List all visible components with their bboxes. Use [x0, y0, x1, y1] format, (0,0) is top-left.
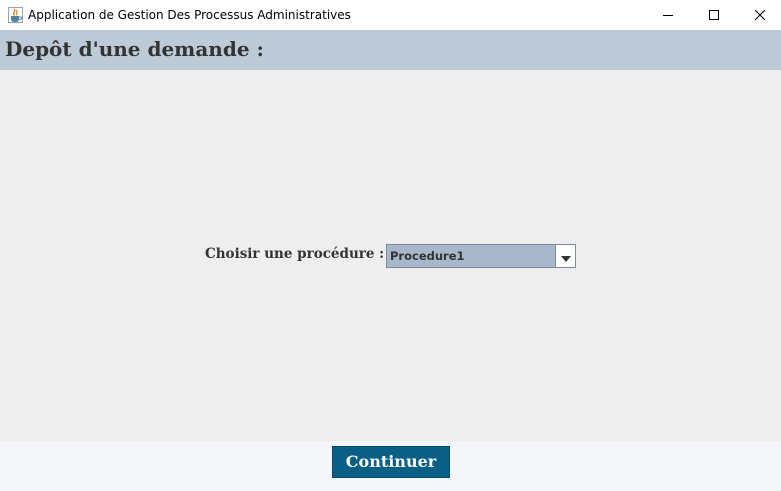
page-title: Depôt d'une demande : — [5, 37, 264, 61]
procedure-select-arrow-button[interactable] — [555, 245, 575, 267]
java-cup-icon — [8, 7, 23, 23]
page-header: Depôt d'une demande : — [0, 30, 781, 70]
close-icon — [755, 10, 765, 20]
minimize-button[interactable] — [645, 0, 691, 30]
procedure-label: Choisir une procédure : — [205, 246, 385, 262]
chevron-down-icon — [560, 247, 571, 266]
close-button[interactable] — [737, 0, 781, 30]
maximize-icon — [709, 10, 719, 20]
footer-bar: Continuer — [0, 441, 781, 491]
procedure-select-value: Procedure1 — [390, 249, 465, 263]
minimize-icon — [663, 10, 673, 20]
procedure-select[interactable]: Procedure1 — [386, 244, 576, 268]
main-panel: Choisir une procédure : Procedure1 — [0, 70, 781, 441]
continue-button[interactable]: Continuer — [332, 446, 450, 478]
window-titlebar[interactable]: Application de Gestion Des Processus Adm… — [0, 0, 781, 30]
window-title: Application de Gestion Des Processus Adm… — [28, 8, 351, 22]
maximize-button[interactable] — [691, 0, 737, 30]
